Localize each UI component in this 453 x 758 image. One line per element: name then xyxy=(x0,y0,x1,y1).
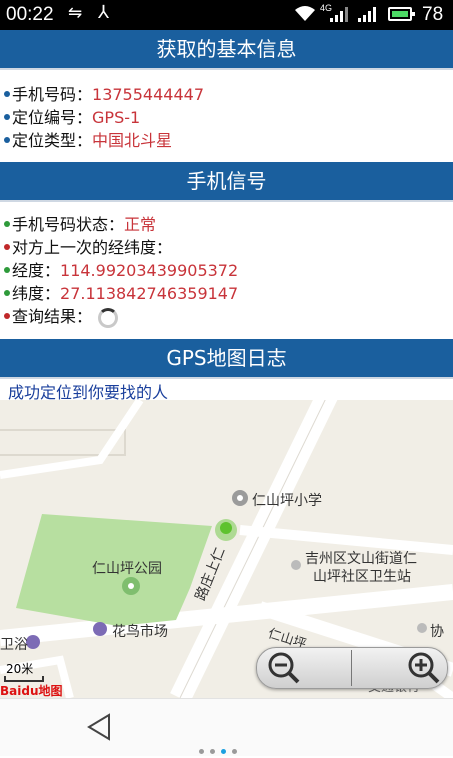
longitude-row: 经度：114.99203439905372 xyxy=(0,259,453,282)
bullet-icon xyxy=(4,243,10,250)
poi-bath[interactable]: 卫浴 xyxy=(0,634,28,654)
query-result-label: 查询结果： xyxy=(12,307,93,326)
phone-status-value: 正常 xyxy=(124,215,157,234)
phone-status-label: 手机号码状态： xyxy=(12,215,125,234)
gps-log-header: GPS地图日志 xyxy=(0,339,453,379)
zoom-in-icon[interactable] xyxy=(407,651,441,685)
page-dot-active xyxy=(221,749,226,754)
clock: 00:22 xyxy=(6,4,54,25)
phone-number-label: 手机号码： xyxy=(12,85,93,104)
wifi-icon xyxy=(295,6,315,21)
page-dot xyxy=(199,749,204,754)
loading-spinner-icon xyxy=(98,307,119,328)
share-icon: ⅄ xyxy=(98,2,109,22)
usb-icon: ⇋ xyxy=(68,3,83,22)
page-dot xyxy=(210,749,215,754)
signal-icon xyxy=(330,7,348,22)
page-dot xyxy=(232,749,237,754)
bullet-icon xyxy=(4,220,10,227)
location-id-value: GPS-1 xyxy=(92,108,141,127)
longitude-label: 经度： xyxy=(12,261,61,280)
poi-park[interactable]: 仁山坪公园 xyxy=(92,558,162,578)
basic-info-header: 获取的基本信息 xyxy=(0,30,453,70)
phone-status-row: 手机号码状态：正常 xyxy=(0,213,453,236)
location-type-value: 中国北斗星 xyxy=(92,131,173,150)
phone-signal-header: 手机信号 xyxy=(0,162,453,202)
location-type-label: 定位类型： xyxy=(12,131,93,150)
back-icon[interactable] xyxy=(86,713,112,741)
poi-clinic-line1[interactable]: 吉州区文山街道仁 xyxy=(305,548,417,568)
phone-number-value: 13755444447 xyxy=(92,85,204,104)
poi-flower-market[interactable]: 花鸟市场 xyxy=(112,621,168,641)
battery-icon xyxy=(388,7,415,21)
basic-info-list: 手机号码：13755444447 定位编号：GPS-1 定位类型：中国北斗星 xyxy=(0,83,453,152)
zoom-out-icon[interactable] xyxy=(267,651,301,685)
latitude-value: 27.113842746359147 xyxy=(60,284,239,303)
bullet-icon xyxy=(4,136,10,143)
battery-percent: 78 xyxy=(422,4,444,25)
navigation-bar xyxy=(0,698,453,756)
bullet-icon xyxy=(4,113,10,120)
bullet-icon xyxy=(4,312,10,319)
page-indicator xyxy=(199,739,243,758)
poi-clinic-line2[interactable]: 山坪社区卫生站 xyxy=(313,566,411,586)
poi-partial-right[interactable]: 协 xyxy=(430,621,444,641)
longitude-value: 114.99203439905372 xyxy=(60,261,239,280)
latitude-row: 纬度：27.113842746359147 xyxy=(0,282,453,305)
location-id-label: 定位编号： xyxy=(12,108,93,127)
bullet-icon xyxy=(4,90,10,97)
latitude-label: 纬度： xyxy=(12,284,61,303)
zoom-divider xyxy=(351,650,352,686)
last-coords-label: 对方上一次的经纬度： xyxy=(12,238,173,257)
status-bar: 00:22 ⇋ ⅄ 4G 78 xyxy=(0,0,453,30)
bullet-icon xyxy=(4,266,10,273)
location-id-row: 定位编号：GPS-1 xyxy=(0,106,453,129)
baidu-logo: Baidu地图 xyxy=(0,684,63,698)
phone-number-row: 手机号码：13755444447 xyxy=(0,83,453,106)
bullet-icon xyxy=(4,289,10,296)
location-type-row: 定位类型：中国北斗星 xyxy=(0,129,453,152)
signal-icon-2 xyxy=(358,7,376,22)
zoom-control xyxy=(256,647,448,689)
query-result-row: 查询结果： xyxy=(0,305,453,328)
phone-signal-list: 手机号码状态：正常 对方上一次的经纬度： 经度：114.992034399053… xyxy=(0,213,453,328)
last-coords-row: 对方上一次的经纬度： xyxy=(0,236,453,259)
map-scale-label: 20米 xyxy=(6,662,34,676)
poi-school[interactable]: 仁山坪小学 xyxy=(252,490,322,510)
